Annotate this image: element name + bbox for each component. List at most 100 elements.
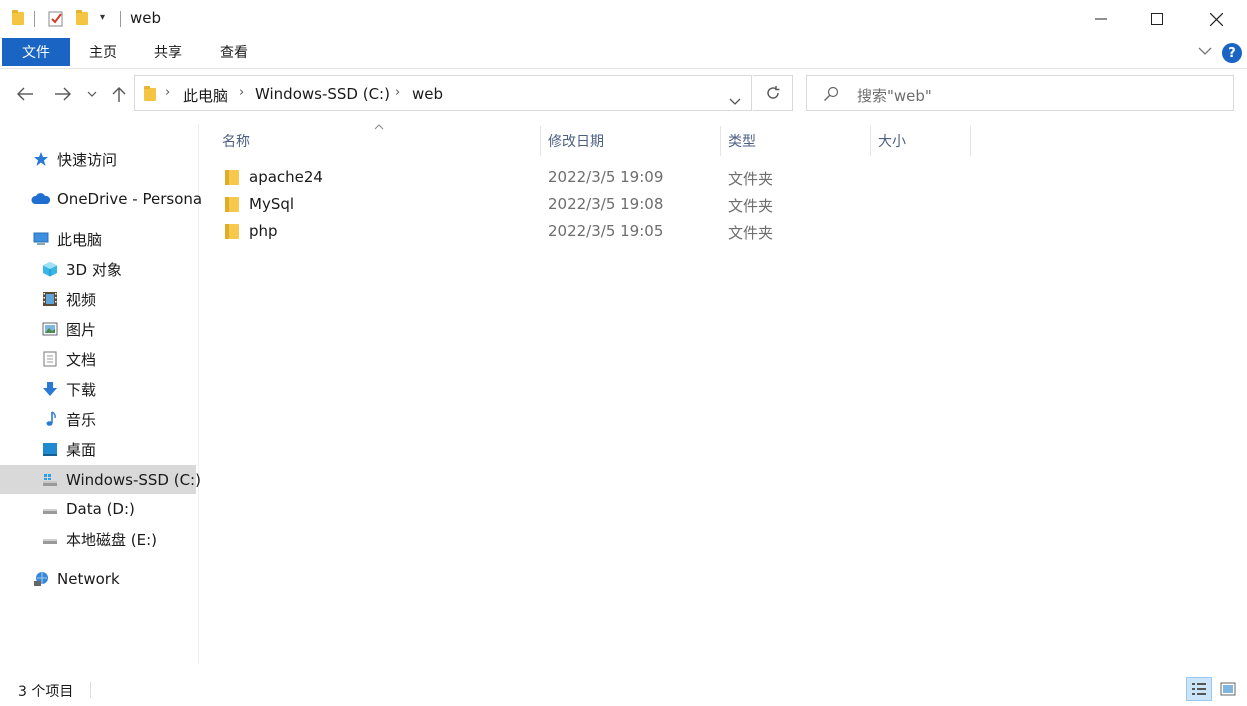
close-button[interactable] (1193, 0, 1239, 38)
title-bar: ▾ web (0, 0, 1247, 38)
new-folder-icon[interactable] (76, 10, 88, 25)
column-header-size[interactable]: 大小 (878, 128, 906, 154)
nav-label: OneDrive - Persona (57, 190, 203, 208)
cloud-icon (31, 191, 51, 207)
nav-drive-c-selected[interactable]: Windows-SSD (C:) (0, 465, 201, 494)
nav-drive-e[interactable]: 本地磁盘 (E:) (42, 526, 157, 552)
details-view-button[interactable] (1186, 677, 1212, 701)
nav-network[interactable]: Network (33, 566, 120, 592)
nav-label: 视频 (66, 290, 97, 309)
column-divider[interactable] (540, 126, 541, 156)
folder-icon (225, 224, 239, 239)
expand-ribbon-icon[interactable] (1198, 44, 1212, 60)
nav-label: 音乐 (66, 410, 97, 429)
nav-label: Windows-SSD (C:) (66, 470, 201, 489)
column-header-date[interactable]: 修改日期 (548, 128, 604, 154)
network-icon (33, 571, 49, 587)
file-row[interactable]: apache24 2022/3/5 19:09 文件夹 (216, 165, 976, 191)
back-button[interactable] (13, 82, 37, 106)
nav-pictures[interactable]: 图片 (42, 316, 96, 342)
column-header-type[interactable]: 类型 (728, 128, 756, 154)
address-dropdown-icon[interactable] (729, 91, 741, 110)
breadcrumb-chevron-icon[interactable]: › (395, 85, 400, 100)
folder-icon (225, 197, 239, 212)
help-icon[interactable]: ? (1222, 43, 1242, 63)
minimize-button[interactable] (1078, 0, 1124, 38)
nav-label: 此电脑 (57, 230, 103, 249)
nav-label: 图片 (66, 320, 97, 339)
nav-onedrive[interactable]: OneDrive - Persona (31, 186, 202, 212)
windows-drive-icon (42, 472, 58, 488)
tab-file[interactable]: 文件 (2, 38, 70, 66)
column-header-name[interactable]: 名称 (222, 128, 250, 154)
status-bar: 3 个项目 (0, 676, 1247, 706)
nav-quick-access[interactable]: 快速访问 (33, 146, 117, 172)
nav-music[interactable]: 音乐 (42, 406, 96, 432)
file-name: apache24 (249, 168, 323, 186)
file-date: 2022/3/5 19:05 (548, 222, 664, 240)
tab-share[interactable]: 共享 (142, 38, 194, 66)
nav-3d-objects[interactable]: 3D 对象 (42, 256, 122, 282)
nav-label: 下载 (66, 380, 97, 399)
file-name: php (249, 222, 278, 240)
refresh-icon (766, 86, 779, 99)
nav-label: 快速访问 (57, 150, 118, 169)
breadcrumb-this-pc[interactable]: 此电脑 (183, 85, 228, 106)
search-box[interactable]: 搜索"web" (806, 75, 1234, 111)
music-note-icon (42, 411, 58, 427)
search-placeholder: 搜索"web" (857, 87, 932, 105)
refresh-button[interactable] (753, 75, 793, 111)
file-row[interactable]: MySql 2022/3/5 19:08 文件夹 (216, 192, 976, 218)
download-arrow-icon (42, 381, 58, 397)
properties-icon[interactable] (48, 10, 64, 27)
breadcrumb-web[interactable]: web (412, 85, 443, 103)
item-count: 3 个项目 (18, 684, 74, 700)
breadcrumb-chevron-icon[interactable]: › (239, 85, 244, 100)
column-divider[interactable] (870, 126, 871, 156)
nav-label: 桌面 (66, 440, 97, 459)
recent-locations-button[interactable] (83, 82, 101, 106)
document-icon (42, 351, 58, 367)
drive-icon (42, 531, 58, 547)
up-button[interactable] (107, 82, 131, 106)
nav-videos[interactable]: 视频 (42, 286, 96, 312)
search-icon (824, 86, 839, 101)
forward-button[interactable] (51, 82, 75, 106)
drive-icon (42, 501, 58, 517)
nav-drive-d[interactable]: Data (D:) (42, 496, 135, 522)
film-icon (42, 291, 58, 307)
nav-label: 3D 对象 (66, 260, 122, 279)
nav-label: 文档 (66, 350, 97, 369)
file-row[interactable]: php 2022/3/5 19:05 文件夹 (216, 219, 976, 245)
maximize-button[interactable] (1134, 0, 1180, 38)
star-icon (33, 151, 49, 167)
breadcrumb-chevron-icon[interactable]: › (165, 85, 170, 100)
cube-icon (42, 261, 58, 277)
desktop-icon (42, 441, 58, 457)
separator (90, 682, 91, 698)
file-type: 文件夹 (728, 170, 774, 188)
nav-label: Network (57, 570, 120, 588)
nav-this-pc[interactable]: 此电脑 (33, 226, 102, 252)
customize-toolbar-icon[interactable]: ▾ (100, 12, 105, 23)
folder-icon (144, 86, 156, 101)
column-divider[interactable] (720, 126, 721, 156)
file-type: 文件夹 (728, 224, 774, 242)
folder-icon (225, 170, 239, 185)
nav-downloads[interactable]: 下载 (42, 376, 96, 402)
address-bar[interactable]: › 此电脑 › Windows-SSD (C:) › web (134, 75, 752, 111)
tab-home[interactable]: 主页 (78, 38, 128, 66)
tab-view[interactable]: 查看 (208, 38, 260, 66)
sort-ascending-icon (374, 122, 384, 133)
nav-desktop[interactable]: 桌面 (42, 436, 96, 462)
column-divider[interactable] (970, 126, 971, 156)
nav-documents[interactable]: 文档 (42, 346, 96, 372)
picture-icon (42, 321, 58, 337)
file-type: 文件夹 (728, 197, 774, 215)
separator (120, 11, 121, 27)
file-name: MySql (249, 195, 295, 213)
breadcrumb-drive-c[interactable]: Windows-SSD (C:) (255, 85, 390, 103)
details-view-icon (1192, 683, 1206, 695)
large-icons-view-button[interactable] (1216, 677, 1240, 701)
navigation-pane: 快速访问 OneDrive - Persona 此电脑 3D 对象 视频 图片 … (0, 124, 202, 664)
